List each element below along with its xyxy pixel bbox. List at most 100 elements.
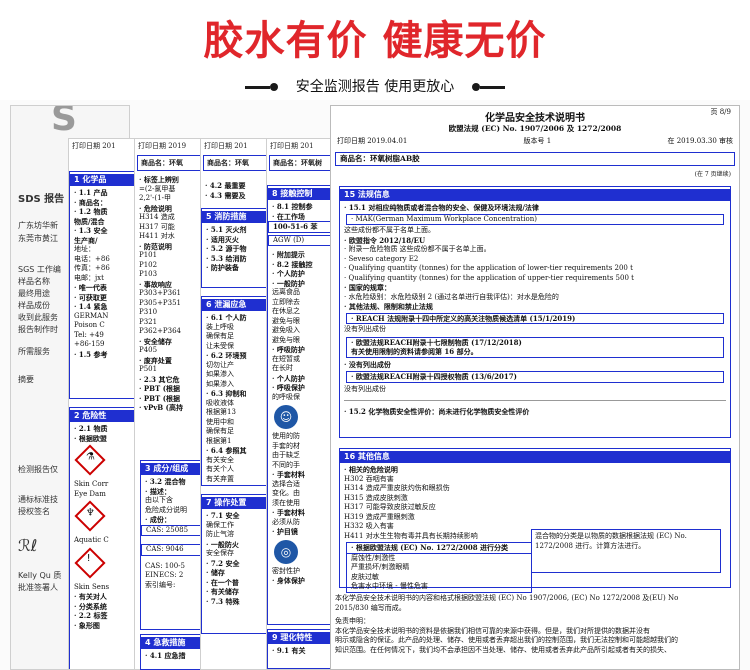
line: · REACH 法规附录十四中所定义的高关注物质候选清单 (15/1/2019) (346, 312, 724, 324)
line: 根据第1 (206, 436, 232, 445)
left-label: 摘要 (18, 375, 34, 384)
section-6-title: 6 泄漏应急 (202, 299, 272, 311)
left-label: 样品名称 (18, 277, 50, 286)
line: · 水危险级别：水危险级别 2 (通过名单进行自我评估)：对水是危险的 (344, 292, 559, 301)
table-right: 混合物的分类是以物质的数据根据法规 (EC) No. 1272/2008 进行。… (531, 529, 721, 573)
line: 这些成份都不属于名单上面。 (344, 226, 435, 234)
left-label: 广东坊华新 (18, 221, 58, 230)
line: 立即除去 (272, 297, 300, 306)
section-4-cont: · 4.2 最重要 · 4.3 需要及 (201, 181, 273, 200)
line: · 护目镜 (272, 527, 298, 536)
left-label: 东莞市黄江 (18, 234, 58, 243)
section-5-box: 5 消防措施 · 5.1 灭火剂 · 适用灭火 · 5.2 源于物 · 5.3 … (201, 208, 273, 288)
line: · 7.2 安全 (206, 558, 240, 568)
line: · 没有列出成份 (344, 359, 391, 369)
line: · 附录一危险物质 这些成份都不属于名单上面。 (344, 245, 491, 253)
line: 变化。由 (272, 489, 300, 497)
line: · 有关储存 (206, 587, 239, 596)
section-15-box: 15 法规信息 · 15.1 对相应纯物质或者混合物的安全、保健及环境法规/法律… (339, 186, 731, 438)
line: · 9.1 有关 (272, 646, 306, 655)
print-date: 打印日期 2019.04.01 (337, 137, 408, 145)
sgs-logo: S (51, 105, 77, 139)
line: 如果渗入 (206, 370, 234, 378)
line: · 6.3 抑制和 (206, 389, 247, 398)
line: 有关使用限制的资料请参阅第 16 部分。 (351, 347, 478, 356)
line: 确保有足 (206, 332, 234, 340)
line: 根据第13 (206, 408, 236, 416)
line: · 15.2 化学物质安全性评价：尚未进行化学物质安全性评价 (344, 407, 530, 416)
line: · 在工作场 (272, 211, 305, 221)
divider (344, 400, 726, 401)
line: · 手套材料 (272, 508, 305, 517)
line: · 描述： (145, 486, 171, 496)
line: · 6.1 个人防 (206, 313, 247, 322)
line: · 防护装备 (206, 263, 239, 272)
line: 让未受保 (206, 341, 234, 350)
line: · 国家的规章： (344, 283, 391, 292)
line: 必须从防 (272, 517, 300, 526)
section-9-title: 9 理化特性 (268, 632, 336, 644)
line: · 欧盟法规REACH附录十七限制物质 (17/12/2018) (351, 337, 522, 347)
sds-subtitle: 欧盟法规 (EC) No. 1907/2006 及 1272/2008 (448, 124, 622, 133)
section-9-box: 9 理化特性 · 9.1 有关 (267, 629, 337, 669)
left-label: SGS 工作编 (18, 265, 61, 274)
section-6-box: 6 泄漏应急 · 6.1 个人防 装上呼吸 确保有足 让未受保 · 6.2 环境… (201, 296, 273, 486)
print-date: 打印日期 201 (270, 142, 314, 150)
line: · 个人防护 (272, 373, 305, 383)
product-name: 商品名：环氧树脂AB胶 (335, 152, 735, 166)
line: · 个人防护 (272, 269, 305, 278)
table-cell: 皮肤过敏 (351, 572, 379, 581)
line: · 3.2 混合物 (145, 477, 186, 486)
line: · 成份： (145, 515, 171, 524)
line: 远离食品 (272, 288, 300, 296)
line: · 根据欧盟法规 (EC) No. 1272/2008 进行分类 (346, 542, 532, 554)
line: 本化学品安全技术说明书的内容和格式根据欧盟法规 (EC) No 1907/200… (335, 594, 679, 602)
line: 由以下含 (145, 496, 173, 504)
line: 切勿让产 (206, 360, 234, 369)
left-label: 批准签署人 (18, 583, 58, 592)
line: 100-51-6 苯 (268, 221, 336, 233)
corrosion-hazard-icon: ⚗ (74, 444, 106, 476)
line: 须在使用 (272, 498, 300, 507)
line: 索引编号: (145, 580, 176, 589)
left-label: 样品成份 (18, 301, 50, 310)
line: · Qualifying quantity (tonnes) for the a… (344, 273, 634, 282)
line: 吸收液体 (206, 398, 234, 407)
headline: 胶水有价 健康无价 (203, 18, 547, 64)
line: · 5.3 给消防 (206, 253, 247, 263)
line: 手套的材 (272, 441, 300, 450)
sds-front-sheet: 页 8/9 化学品安全技术说明书 欧盟法规 (EC) No. 1907/2006… (330, 105, 740, 670)
line: · 呼吸保护 (272, 383, 305, 392)
line: CAS: 100-5 (145, 561, 185, 570)
line: · 适用灭火 (206, 234, 239, 244)
line: H302 吞咽有害 (344, 474, 394, 483)
goggles-icon: ◎ (274, 539, 298, 564)
line: · 7.3 特殊 (206, 596, 240, 606)
meta-row: 打印日期 2019.04.01 版本号 1 在 2019.03.30 审核 (331, 134, 739, 148)
document-collage: S SDS 报告 广东坊华新 东莞市黄江 SGS 工作编 样品名称 最终用途 样… (0, 100, 750, 670)
line: 在长时 (272, 364, 293, 372)
line: 危险成分说明 (145, 505, 187, 514)
line: 在休息之 (272, 307, 300, 315)
line: 密封性护 (272, 566, 300, 575)
line: CAS: 25085 (141, 524, 209, 536)
line: H315 造成皮肤刺激 (344, 493, 408, 502)
line: 由于缺乏 (272, 451, 300, 459)
section-8-box: 8 接触控制 · 8.1 控制参 · 在工作场 100-51-6 苯 AGW (… (267, 185, 337, 625)
line: 避免吸入 (272, 326, 300, 334)
product-name: 商品名：环氧 (203, 155, 271, 171)
line: 选择合适 (272, 479, 300, 488)
line: 如果渗入 (206, 379, 234, 388)
line: · 5.1 灭火剂 (206, 225, 247, 234)
section-3-title: 3 成分/组成 (141, 463, 209, 475)
line: 避免与眼 (272, 335, 300, 344)
product-name: 商品名：环氧树 (269, 155, 335, 171)
version: 版本号 1 (523, 137, 552, 145)
line: 有关弃置 (206, 474, 234, 483)
line: · Seveso category E2 (344, 254, 419, 263)
line: AGW (D) (268, 234, 336, 246)
section-7-box: 7 操作处置 · 7.1 安全 确保工作 防止气溶 · 一般防火 安全保存 · … (201, 494, 273, 634)
line: · 一般防护 (272, 278, 305, 288)
line: · 身体保护 (272, 576, 305, 585)
line: 避免与眼 (272, 316, 300, 325)
